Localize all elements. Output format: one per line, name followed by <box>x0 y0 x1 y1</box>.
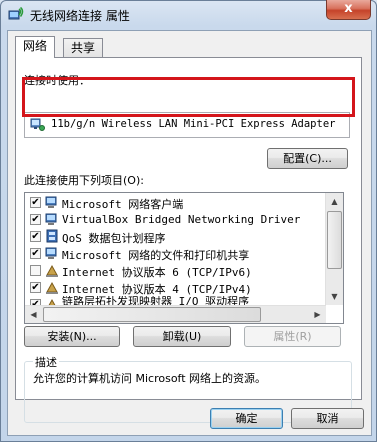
cancel-button[interactable]: 取消 <box>291 408 364 429</box>
list-item[interactable]: ✔ Microsoft 网络客户端 <box>25 194 329 211</box>
ok-button[interactable]: 确定 <box>210 408 283 429</box>
list-item[interactable]: ✔ Internet 协议版本 4 (TCP/IPv4) <box>25 279 329 296</box>
list-item[interactable]: ✔ QoS 数据包计划程序 <box>25 228 329 245</box>
items-label: 此连接使用下列项目(O): <box>24 174 144 187</box>
tab-network[interactable]: 网络 <box>15 36 56 58</box>
list-item[interactable]: ✔ 链路层拓扑发现映射器 I/O 驱动程序 <box>25 296 329 305</box>
highlight-box <box>22 77 355 117</box>
network-driver-icon <box>45 213 57 225</box>
item-checkbox[interactable]: ✔ <box>30 197 41 208</box>
close-icon: x <box>344 1 353 16</box>
list-item[interactable]: ✔ VirtualBox Bridged Networking Driver <box>25 211 329 228</box>
network-adapter-icon <box>30 118 45 131</box>
adapter-name: 11b/g/n Wireless LAN Mini-PCI Express Ad… <box>51 118 336 130</box>
uninstall-button[interactable]: 卸载(U) <box>133 326 231 347</box>
properties-button[interactable]: 属性(R) <box>244 326 341 347</box>
scroll-left-icon[interactable]: ◀ <box>25 306 42 323</box>
item-checkbox[interactable]: ✔ <box>30 214 41 225</box>
install-button[interactable]: 安装(N)... <box>24 326 120 347</box>
vertical-scroll-thumb[interactable] <box>327 211 342 269</box>
item-label: 链路层拓扑发现映射器 I/O 驱动程序 <box>62 296 250 305</box>
tab-sharing-label: 共享 <box>71 41 96 55</box>
description-text: 允许您的计算机访问 Microsoft 网络上的资源。 <box>33 372 267 385</box>
protocol-icon <box>46 281 58 294</box>
scroll-down-icon[interactable]: ▼ <box>326 288 343 305</box>
protocol-icon <box>46 264 58 277</box>
window-title: 无线网络连接 属性 <box>30 9 130 23</box>
configure-button[interactable]: 配置(C)... <box>267 148 348 169</box>
network-connection-icon <box>8 6 24 20</box>
item-label: Internet 协议版本 4 (TCP/IPv4) <box>62 283 252 296</box>
list-item[interactable]: ✔ Microsoft 网络的文件和打印机共享 <box>25 245 329 262</box>
scroll-up-icon[interactable]: ▲ <box>326 193 343 210</box>
item-label: Internet 协议版本 6 (TCP/IPv6) <box>62 266 252 279</box>
components-list[interactable]: ✔ Microsoft 网络客户端 ✔ VirtualBox Bridged N… <box>24 192 344 324</box>
protocol-icon <box>48 298 56 305</box>
item-label: QoS 数据包计划程序 <box>62 232 166 245</box>
description-legend: 描述 <box>33 354 59 370</box>
item-label: Microsoft 网络的文件和打印机共享 <box>62 249 250 262</box>
item-label: Microsoft 网络客户端 <box>62 198 184 211</box>
horizontal-scrollbar[interactable]: ◀ ▶ <box>25 305 326 323</box>
item-label: VirtualBox Bridged Networking Driver <box>62 213 301 226</box>
item-checkbox[interactable] <box>30 265 41 276</box>
vertical-scrollbar[interactable]: ▲ ▼ <box>325 193 343 305</box>
item-checkbox[interactable]: ✔ <box>30 231 41 242</box>
qos-icon <box>46 229 58 243</box>
title-bar[interactable]: 无线网络连接 属性 x <box>0 0 377 28</box>
tab-sharing[interactable]: 共享 <box>63 38 104 57</box>
list-item[interactable]: Internet 协议版本 6 (TCP/IPv6) <box>25 262 329 279</box>
close-button[interactable]: x <box>326 0 371 20</box>
scroll-right-icon[interactable]: ▶ <box>309 306 326 323</box>
item-checkbox[interactable]: ✔ <box>30 282 41 293</box>
horizontal-scroll-thumb[interactable] <box>43 307 261 322</box>
file-sharing-icon <box>45 247 57 259</box>
network-client-icon <box>45 196 57 208</box>
tab-network-label: 网络 <box>23 39 48 53</box>
item-checkbox[interactable]: ✔ <box>30 248 41 259</box>
